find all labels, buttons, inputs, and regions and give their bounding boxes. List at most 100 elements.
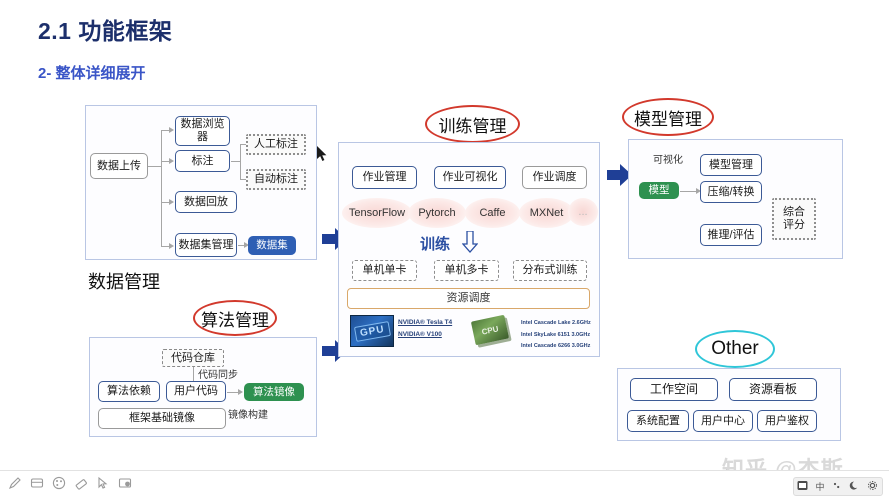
single-single-label: 单机单卡 — [362, 264, 407, 277]
annotate-box[interactable]: 标注 — [175, 150, 230, 172]
algo-image-box[interactable]: 算法镜像 — [244, 383, 304, 401]
code-repo-label: 代码仓库 — [171, 351, 215, 364]
single-machine-multi-gpu-box[interactable]: 单机多卡 — [434, 260, 499, 281]
data-upload-label: 数据上传 — [97, 159, 141, 172]
cpu-model: Intel Cascade Lake 2.6GHz — [521, 320, 591, 326]
ime-mode-label[interactable]: 中 — [815, 480, 824, 493]
framework-label: TensorFlow — [348, 207, 406, 219]
framework-label: Caffe — [479, 207, 506, 219]
dataset-label: 数据集 — [256, 239, 288, 252]
workspace-box[interactable]: 工作空间 — [630, 378, 718, 401]
screen-icon[interactable] — [118, 476, 132, 490]
user-auth-label: 用户鉴权 — [765, 414, 809, 427]
single-multi-label: 单机多卡 — [444, 264, 489, 277]
algo-image-label: 算法镜像 — [253, 385, 295, 398]
job-visual-label: 作业可视化 — [442, 171, 498, 184]
manual-annotate-box[interactable]: 人工标注 — [246, 134, 306, 155]
dataset-mgmt-label: 数据集管理 — [178, 238, 234, 251]
user-code-box[interactable]: 用户代码 — [166, 381, 226, 402]
image-build-label: 镜像构建 — [228, 410, 268, 421]
model-mgmt-box[interactable]: 模型管理 — [700, 154, 762, 176]
model-chip-label: 模型 — [648, 184, 670, 197]
framework-pill-more[interactable]: ... — [568, 198, 598, 226]
inference-eval-label: 推理/评估 — [707, 228, 755, 241]
system-config-box[interactable]: 系统配置 — [627, 410, 689, 432]
user-center-box[interactable]: 用户中心 — [693, 410, 753, 432]
moon-icon[interactable] — [849, 480, 860, 493]
job-schedule-box[interactable]: 作业调度 — [522, 166, 587, 189]
job-visual-box[interactable]: 作业可视化 — [434, 166, 506, 189]
cpu-chip-label: CPU — [480, 323, 500, 337]
bottom-bar — [0, 470, 889, 501]
slide-canvas: 2.1 功能框架 2- 整体详细展开 数据上传 数据浏览器 标注 数据回放 数据… — [0, 0, 889, 482]
dot-icon[interactable] — [831, 480, 842, 493]
arrow-head — [169, 158, 174, 164]
base-image-box[interactable]: 框架基础镜像 — [98, 408, 226, 429]
framework-label: MXNet — [529, 207, 564, 219]
pointer-icon[interactable] — [96, 476, 110, 490]
gpu-chip-label: GPU — [353, 320, 391, 342]
manual-annotate-label: 人工标注 — [254, 138, 298, 151]
resource-board-box[interactable]: 资源看板 — [729, 378, 817, 401]
code-repo-box[interactable]: 代码仓库 — [162, 349, 224, 367]
dataset-box[interactable]: 数据集 — [248, 236, 296, 255]
algo-deps-box[interactable]: 算法依赖 — [98, 381, 160, 402]
arrow-head — [169, 127, 174, 133]
model-mgmt-label: 模型管理 — [709, 158, 753, 171]
mouse-cursor — [317, 146, 328, 167]
connector — [148, 166, 162, 167]
user-auth-box[interactable]: 用户鉴权 — [757, 410, 817, 432]
inference-eval-box[interactable]: 推理/评估 — [700, 224, 762, 246]
ime-box-icon[interactable] — [797, 480, 808, 493]
annotate-label: 标注 — [191, 154, 214, 167]
data-management-caption: 数据管理 — [88, 272, 160, 292]
arrow-head — [169, 199, 174, 205]
framework-pill-pytorch[interactable]: Pytorch — [408, 198, 466, 228]
palette-icon[interactable] — [52, 476, 66, 490]
cpu-model: Intel SkyLake 6151 3.0GHz — [521, 331, 591, 338]
data-browser-box[interactable]: 数据浏览器 — [175, 116, 230, 146]
visualization-label: 可视化 — [653, 155, 683, 166]
model-management-label: 模型管理 — [634, 109, 702, 129]
data-upload-box[interactable]: 数据上传 — [90, 153, 148, 179]
distributed-training-box[interactable]: 分布式训练 — [513, 260, 587, 281]
algo-deps-label: 算法依赖 — [107, 385, 151, 398]
job-mgmt-label: 作业管理 — [362, 171, 407, 184]
user-center-label: 用户中心 — [701, 414, 745, 427]
job-mgmt-box[interactable]: 作业管理 — [352, 166, 417, 189]
compress-convert-box[interactable]: 压缩/转换 — [700, 181, 762, 203]
gear-icon[interactable] — [867, 480, 878, 493]
gpu-model: NVIDIA® V100 — [398, 331, 442, 339]
dataset-mgmt-box[interactable]: 数据集管理 — [175, 233, 237, 257]
auto-annotate-box[interactable]: 自动标注 — [246, 169, 306, 190]
overall-score-box[interactable]: 综合 评分 — [772, 198, 816, 240]
framework-pill-mxnet[interactable]: MXNet — [519, 198, 574, 228]
gpu-chip-image: GPU — [350, 315, 394, 347]
connector — [240, 144, 241, 179]
data-playback-label: 数据回放 — [184, 195, 228, 208]
arrow-head — [169, 243, 174, 249]
system-config-label: 系统配置 — [636, 414, 680, 427]
training-management-label: 训练管理 — [438, 116, 507, 136]
compress-convert-label: 压缩/转换 — [707, 185, 755, 198]
auto-annotate-label: 自动标注 — [254, 173, 298, 186]
framework-pill-caffe[interactable]: Caffe — [465, 198, 520, 228]
distributed-label: 分布式训练 — [522, 264, 578, 277]
data-playback-box[interactable]: 数据回放 — [175, 191, 237, 213]
framework-pill-tensorflow[interactable]: TensorFlow — [342, 198, 412, 228]
resource-schedule-bar[interactable]: 资源调度 — [347, 288, 590, 309]
resource-board-label: 资源看板 — [748, 381, 797, 396]
framework-label: ... — [578, 206, 588, 218]
pencil-icon[interactable] — [8, 476, 22, 490]
gpu-model: NVIDIA® Tesla T4 — [398, 319, 453, 326]
ime-tray[interactable]: 中 — [793, 477, 883, 496]
overall-score-line1: 综合 — [783, 206, 805, 219]
overall-score-line2: 评分 — [783, 219, 805, 231]
eraser-block-icon[interactable] — [30, 476, 44, 490]
model-chip-box[interactable]: 模型 — [639, 182, 679, 199]
eraser-icon[interactable] — [74, 476, 88, 490]
single-machine-single-gpu-box[interactable]: 单机单卡 — [352, 260, 417, 281]
algorithm-management-ellipse: 算法管理 — [193, 300, 277, 336]
page-title: 2.1 功能框架 — [38, 18, 173, 44]
framework-label: Pytorch — [418, 207, 456, 219]
